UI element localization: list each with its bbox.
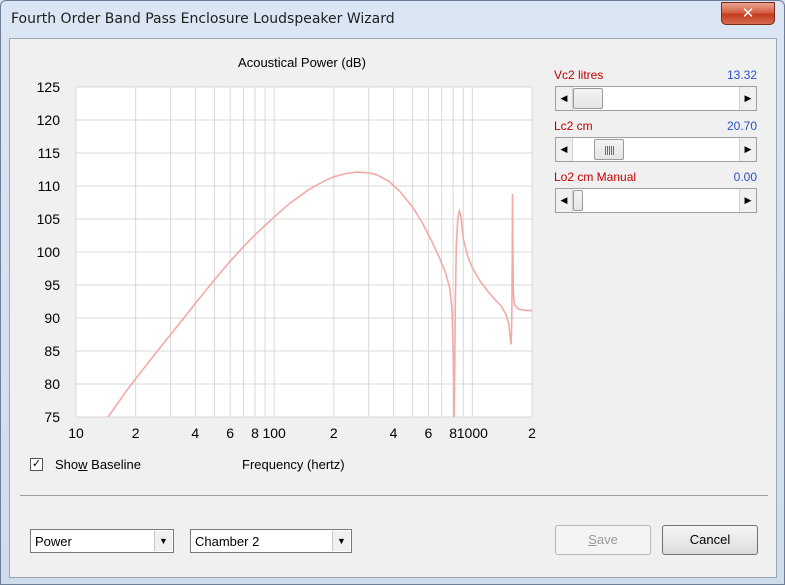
- vc2-scrollbar[interactable]: ◀ ▶: [555, 86, 757, 111]
- scroll-right-icon[interactable]: ▶: [739, 189, 756, 212]
- chevron-down-icon[interactable]: ▼: [154, 531, 172, 551]
- chevron-down-icon[interactable]: ▼: [332, 531, 350, 551]
- y-tick-label: 100: [37, 244, 61, 260]
- y-tick-label: 105: [37, 211, 61, 227]
- wizard-window: Fourth Order Band Pass Enclosure Loudspe…: [0, 0, 785, 585]
- window-title: Fourth Order Band Pass Enclosure Loudspe…: [11, 11, 395, 27]
- output-type-value: Power: [35, 534, 72, 549]
- y-tick-label: 90: [44, 310, 60, 326]
- x-tick-label: 100: [262, 425, 286, 441]
- lc2-label: Lc2 cm: [554, 119, 593, 133]
- x-axis-label: Frequency (hertz): [242, 457, 345, 472]
- show-baseline-label-suffix: Baseline: [87, 457, 142, 472]
- x-tick-label: 2: [528, 425, 536, 441]
- close-button[interactable]: ✕: [721, 2, 775, 25]
- save-button-label: ave: [596, 532, 618, 547]
- title-bar[interactable]: Fourth Order Band Pass Enclosure Loudspe…: [1, 1, 784, 37]
- cancel-button[interactable]: Cancel: [662, 525, 758, 555]
- lo2-value: 0.00: [733, 170, 757, 184]
- show-baseline-label[interactable]: Show Baseline: [55, 457, 141, 472]
- x-tick-label: 4: [390, 425, 398, 441]
- show-baseline-label-prefix: Sho: [55, 457, 79, 472]
- checkmark-icon: ✓: [31, 458, 42, 470]
- x-tick-label: 6: [424, 425, 432, 441]
- scroll-right-icon[interactable]: ▶: [739, 138, 756, 161]
- vc2-thumb[interactable]: [573, 88, 603, 109]
- y-tick-label: 120: [37, 112, 61, 128]
- lc2-thumb[interactable]: [594, 139, 624, 160]
- save-button[interactable]: Save: [555, 525, 651, 555]
- cancel-button-label: Cancel: [689, 532, 731, 547]
- lc2-scrollbar[interactable]: ◀ ▶: [555, 137, 757, 162]
- x-tick-label: 10: [68, 425, 84, 441]
- power-chart: 1251201151101051009590858075 10 2 4 6 8 100 2 4…: [37, 79, 536, 441]
- vc2-value: 13.32: [726, 68, 757, 82]
- separator: [20, 495, 768, 496]
- show-baseline-checkbox[interactable]: ✓: [30, 458, 43, 471]
- lo2-label: Lo2 cm Manual: [554, 170, 637, 184]
- chamber-select[interactable]: Chamber 2 ▼: [190, 529, 352, 553]
- x-tick-label: 4: [191, 425, 199, 441]
- y-tick-label: 80: [44, 376, 60, 392]
- output-type-select[interactable]: Power ▼: [30, 529, 174, 553]
- y-tick-label: 110: [38, 178, 61, 194]
- x-tick-label: 2: [132, 425, 140, 441]
- y-tick-label: 85: [44, 343, 60, 359]
- scroll-left-icon[interactable]: ◀: [556, 138, 573, 161]
- x-tick-label: 2: [330, 425, 338, 441]
- scroll-right-icon[interactable]: ▶: [739, 87, 756, 110]
- show-baseline-label-accel: w: [78, 457, 88, 472]
- x-tick-label: 6: [226, 425, 234, 441]
- x-tick-label: 8: [251, 425, 259, 441]
- lc2-value: 20.70: [726, 119, 757, 133]
- vc2-label: Vc2 litres: [554, 68, 604, 82]
- scroll-left-icon[interactable]: ◀: [556, 189, 573, 212]
- x-tick-label: 1000: [457, 425, 488, 441]
- y-tick-label: 95: [44, 277, 60, 293]
- scroll-left-icon[interactable]: ◀: [556, 87, 573, 110]
- close-icon: ✕: [741, 5, 755, 22]
- save-button-accel: S: [588, 532, 597, 547]
- chamber-value: Chamber 2: [195, 534, 260, 549]
- dialog-client-area: Acoustical Power (dB) 125 120 115 110 105 100…: [9, 38, 777, 578]
- grip-icon: [605, 146, 614, 155]
- y-tick-label: 75: [44, 409, 60, 425]
- y-tick-label: 125: [37, 79, 61, 95]
- y-tick-label: 115: [38, 145, 61, 161]
- lo2-thumb[interactable]: [573, 190, 583, 211]
- lo2-scrollbar[interactable]: ◀ ▶: [555, 188, 757, 213]
